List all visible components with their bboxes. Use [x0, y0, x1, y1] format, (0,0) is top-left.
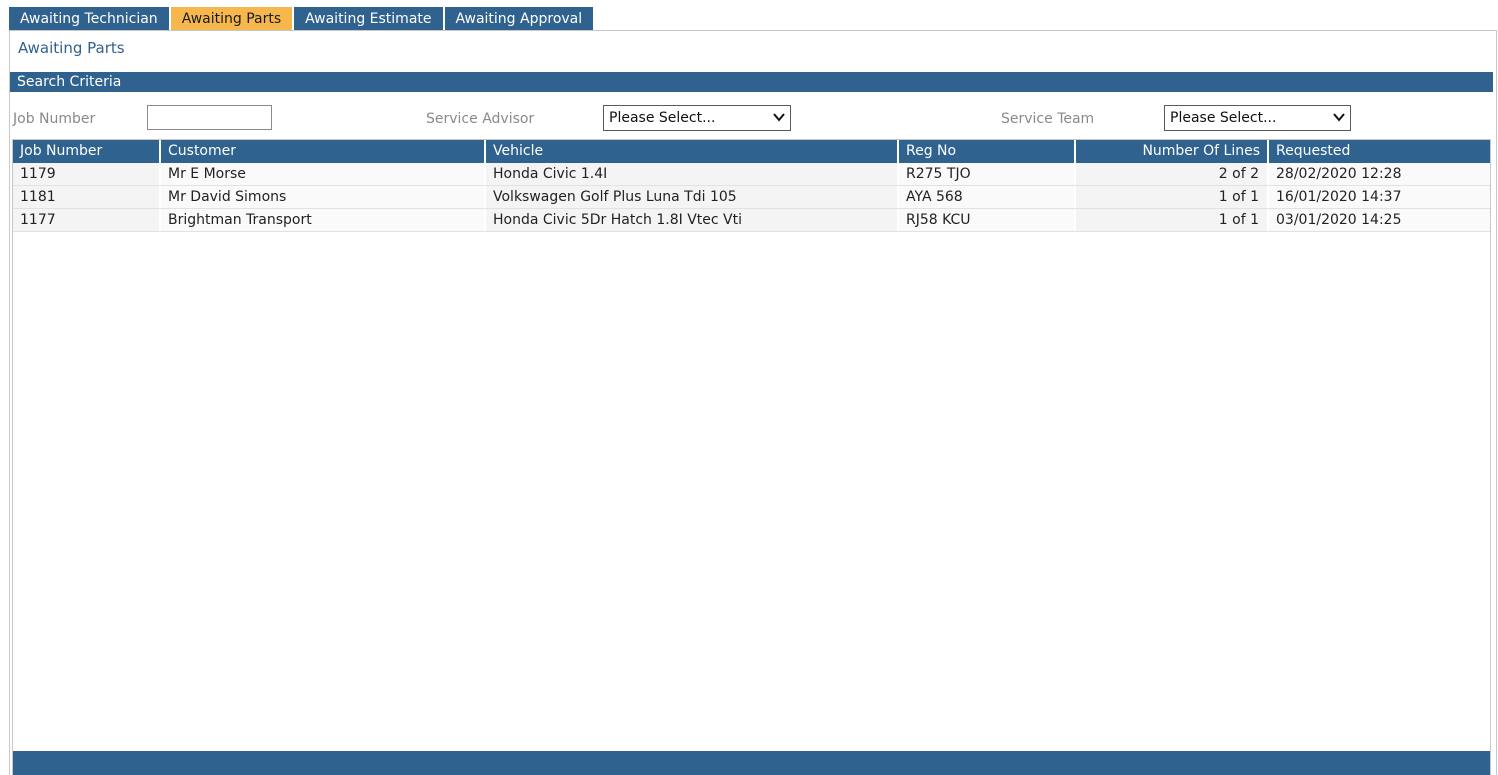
- cell-requested: 28/02/2020 12:28: [1269, 163, 1490, 185]
- grid-body: 1179 Mr E Morse Honda Civic 1.4I R275 TJ…: [13, 163, 1490, 232]
- tab-bar: Awaiting Technician Awaiting Parts Await…: [9, 7, 595, 31]
- column-header-vehicle[interactable]: Vehicle: [486, 140, 899, 163]
- cell-requested: 03/01/2020 14:25: [1269, 209, 1490, 231]
- service-advisor-label: Service Advisor: [426, 111, 535, 127]
- job-number-input[interactable]: [147, 105, 272, 130]
- tab-awaiting-parts[interactable]: Awaiting Parts: [170, 7, 293, 31]
- service-team-selected: Please Select...: [1170, 110, 1277, 126]
- tab-awaiting-approval[interactable]: Awaiting Approval: [444, 7, 594, 31]
- table-row[interactable]: 1181 Mr David Simons Volkswagen Golf Plu…: [13, 186, 1490, 209]
- table-row[interactable]: 1179 Mr E Morse Honda Civic 1.4I R275 TJ…: [13, 163, 1490, 186]
- cell-reg-no: R275 TJO: [899, 163, 1076, 185]
- tab-awaiting-technician[interactable]: Awaiting Technician: [9, 7, 169, 31]
- cell-number-of-lines: 2 of 2: [1076, 163, 1269, 185]
- column-header-job-number[interactable]: Job Number: [13, 140, 161, 163]
- cell-vehicle: Honda Civic 1.4I: [486, 163, 899, 185]
- cell-job-number: 1181: [13, 186, 161, 208]
- page-title: Awaiting Parts: [18, 39, 125, 57]
- grid-header-row: Job Number Customer Vehicle Reg No Numbe…: [13, 140, 1490, 163]
- cell-vehicle: Volkswagen Golf Plus Luna Tdi 105: [486, 186, 899, 208]
- cell-requested: 16/01/2020 14:37: [1269, 186, 1490, 208]
- service-team-select[interactable]: Please Select...: [1164, 105, 1351, 131]
- results-grid: Job Number Customer Vehicle Reg No Numbe…: [12, 139, 1491, 775]
- cell-reg-no: AYA 568: [899, 186, 1076, 208]
- cell-job-number: 1179: [13, 163, 161, 185]
- column-header-requested[interactable]: Requested: [1269, 140, 1490, 163]
- cell-customer: Mr E Morse: [161, 163, 486, 185]
- cell-number-of-lines: 1 of 1: [1076, 209, 1269, 231]
- cell-vehicle: Honda Civic 5Dr Hatch 1.8I Vtec Vti: [486, 209, 899, 231]
- cell-customer: Brightman Transport: [161, 209, 486, 231]
- search-criteria-header: Search Criteria: [10, 72, 1493, 92]
- cell-customer: Mr David Simons: [161, 186, 486, 208]
- cell-number-of-lines: 1 of 1: [1076, 186, 1269, 208]
- chevron-down-icon: [773, 113, 785, 122]
- column-header-reg-no[interactable]: Reg No: [899, 140, 1076, 163]
- job-number-label: Job Number: [13, 111, 96, 127]
- table-row[interactable]: 1177 Brightman Transport Honda Civic 5Dr…: [13, 209, 1490, 232]
- cell-job-number: 1177: [13, 209, 161, 231]
- content-panel: Awaiting Parts Search Criteria Job Numbe…: [9, 30, 1497, 775]
- column-header-customer[interactable]: Customer: [161, 140, 486, 163]
- service-advisor-selected: Please Select...: [609, 110, 716, 126]
- chevron-down-icon: [1333, 113, 1345, 122]
- cell-reg-no: RJ58 KCU: [899, 209, 1076, 231]
- grid-footer-bar: [13, 751, 1490, 775]
- column-header-number-of-lines[interactable]: Number Of Lines: [1076, 140, 1269, 163]
- service-team-label: Service Team: [1001, 111, 1095, 127]
- tab-awaiting-estimate[interactable]: Awaiting Estimate: [294, 7, 443, 31]
- service-advisor-select[interactable]: Please Select...: [603, 105, 791, 131]
